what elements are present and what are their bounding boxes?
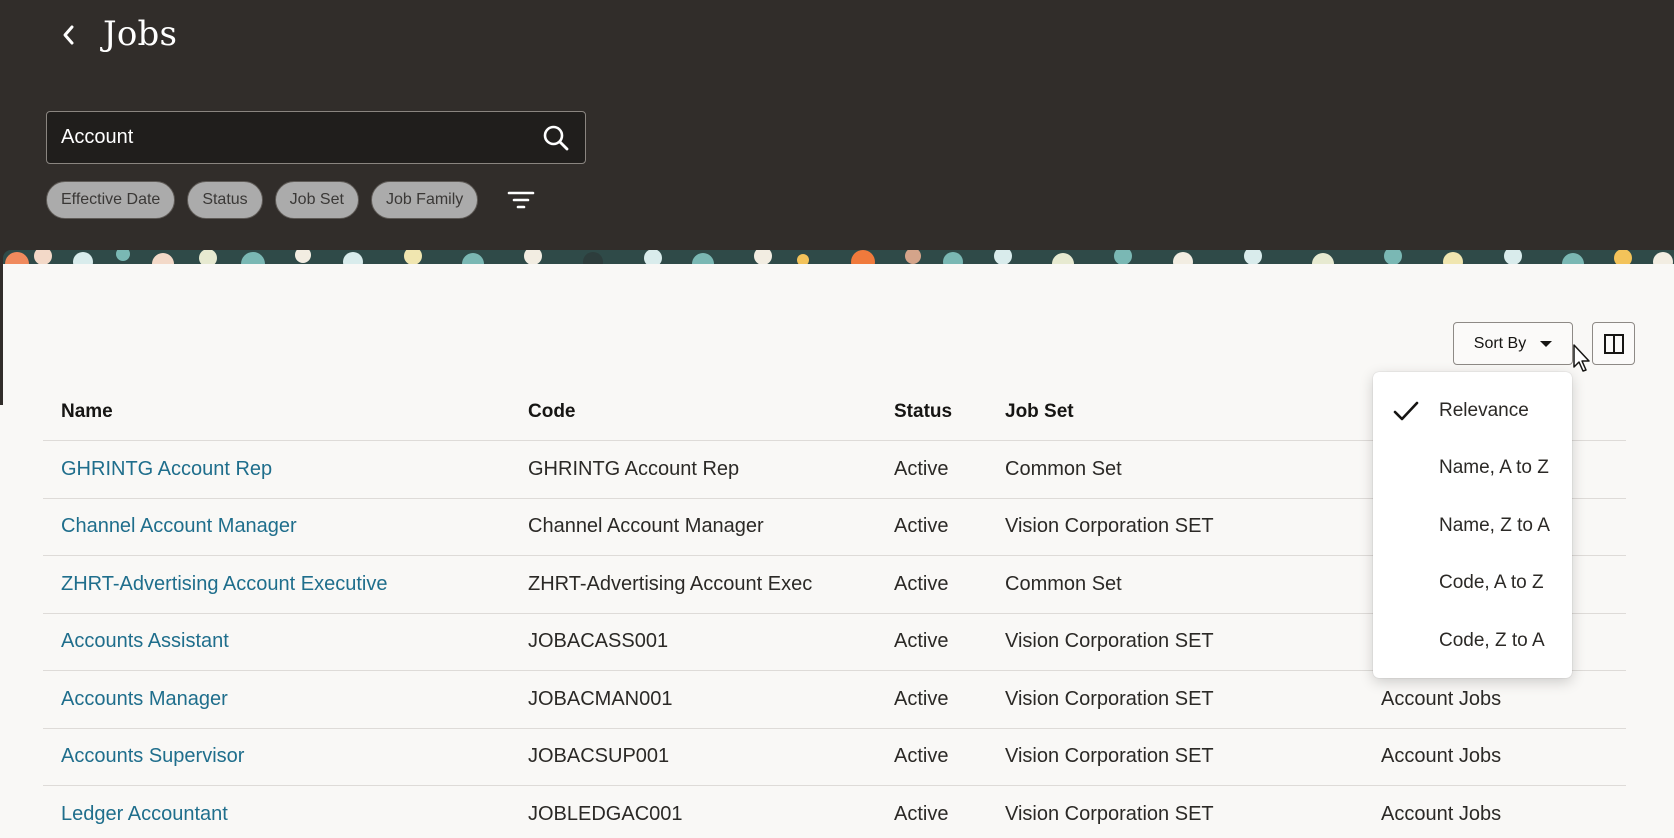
sort-by-button[interactable]: Sort By xyxy=(1453,322,1573,365)
chevron-left-icon xyxy=(63,25,74,45)
job-status: Active xyxy=(894,802,949,825)
checkmark-icon xyxy=(1393,401,1419,421)
sort-option-relevance[interactable]: Relevance xyxy=(1373,382,1572,440)
table-row[interactable]: Ledger Accountant JOBLEDGAC001 Active Vi… xyxy=(43,786,1626,838)
job-name-link[interactable]: Accounts Supervisor xyxy=(61,729,244,786)
filter-button[interactable] xyxy=(504,183,538,217)
job-status: Active xyxy=(894,630,949,653)
job-code: Channel Account Manager xyxy=(528,515,764,538)
sort-option-label: Name, Z to A xyxy=(1439,514,1550,536)
job-name-link[interactable]: Accounts Manager xyxy=(61,671,228,728)
chip-job-set[interactable]: Job Set xyxy=(274,181,359,219)
sort-option-label: Name, A to Z xyxy=(1439,457,1549,479)
job-code: GHRINTG Account Rep xyxy=(528,457,740,480)
column-header-status[interactable]: Status xyxy=(894,384,952,440)
job-status: Active xyxy=(894,687,949,710)
page-title: Jobs xyxy=(103,14,178,54)
job-code: ZHRT-Advertising Account Exec xyxy=(528,572,813,595)
sort-option-label: Code, Z to A xyxy=(1439,629,1545,651)
back-button[interactable] xyxy=(52,18,86,52)
filter-chips: Effective Date Status Job Set Job Family xyxy=(46,181,538,219)
job-family: Account Jobs xyxy=(1381,687,1502,710)
search-icon xyxy=(543,125,569,151)
sort-option-code-z-to-a[interactable]: Code, Z to A xyxy=(1373,612,1572,670)
job-status: Active xyxy=(894,572,949,595)
job-name-link[interactable]: GHRINTG Account Rep xyxy=(61,441,272,498)
split-panel-button[interactable] xyxy=(1592,322,1635,365)
job-family: Account Jobs xyxy=(1381,802,1502,825)
job-set: Common Set xyxy=(1005,572,1122,595)
job-set: Common Set xyxy=(1005,457,1122,480)
sort-menu: Relevance Name, A to Z Name, Z to A Code… xyxy=(1373,372,1572,678)
sort-option-name-z-to-a[interactable]: Name, Z to A xyxy=(1373,497,1572,555)
job-code: JOBLEDGAC001 xyxy=(528,802,683,825)
job-status: Active xyxy=(894,515,949,538)
job-code: JOBACSUP001 xyxy=(528,745,670,768)
column-header-job-set[interactable]: Job Set xyxy=(1005,384,1074,440)
sort-option-label: Code, A to Z xyxy=(1439,572,1544,594)
sort-by-label: Sort By xyxy=(1473,334,1527,352)
search-button[interactable] xyxy=(541,123,571,153)
job-set: Vision Corporation SET xyxy=(1005,745,1214,768)
job-name-link[interactable]: Ledger Accountant xyxy=(61,786,228,838)
table-row[interactable]: Accounts Supervisor JOBACSUP001 Active V… xyxy=(43,729,1626,786)
job-code: JOBACMAN001 xyxy=(528,687,673,710)
caret-down-icon xyxy=(1540,340,1553,347)
job-name-link[interactable]: Accounts Assistant xyxy=(61,614,229,671)
split-panel-icon xyxy=(1603,333,1624,354)
job-name-link[interactable]: ZHRT-Advertising Account Executive xyxy=(61,556,387,613)
job-status: Active xyxy=(894,457,949,480)
chip-job-family[interactable]: Job Family xyxy=(370,181,479,219)
chip-effective-date[interactable]: Effective Date xyxy=(46,181,176,219)
job-set: Vision Corporation SET xyxy=(1005,687,1214,710)
column-header-name[interactable]: Name xyxy=(61,384,113,440)
job-family: Account Jobs xyxy=(1381,745,1502,768)
sort-option-label: Relevance xyxy=(1439,399,1529,421)
job-name-link[interactable]: Channel Account Manager xyxy=(61,499,297,556)
filter-icon xyxy=(507,191,535,209)
sort-option-code-a-to-z[interactable]: Code, A to Z xyxy=(1373,555,1572,613)
job-set: Vision Corporation SET xyxy=(1005,515,1214,538)
job-set: Vision Corporation SET xyxy=(1005,630,1214,653)
job-code: JOBACASS001 xyxy=(528,630,669,653)
table-row[interactable]: Accounts Manager JOBACMAN001 Active Visi… xyxy=(43,671,1626,729)
sort-option-name-a-to-z[interactable]: Name, A to Z xyxy=(1373,440,1572,498)
job-set: Vision Corporation SET xyxy=(1005,802,1214,825)
column-header-code[interactable]: Code xyxy=(528,384,576,440)
chip-status[interactable]: Status xyxy=(187,181,263,219)
search-box xyxy=(46,111,586,164)
job-status: Active xyxy=(894,745,949,768)
search-input[interactable] xyxy=(61,112,521,163)
